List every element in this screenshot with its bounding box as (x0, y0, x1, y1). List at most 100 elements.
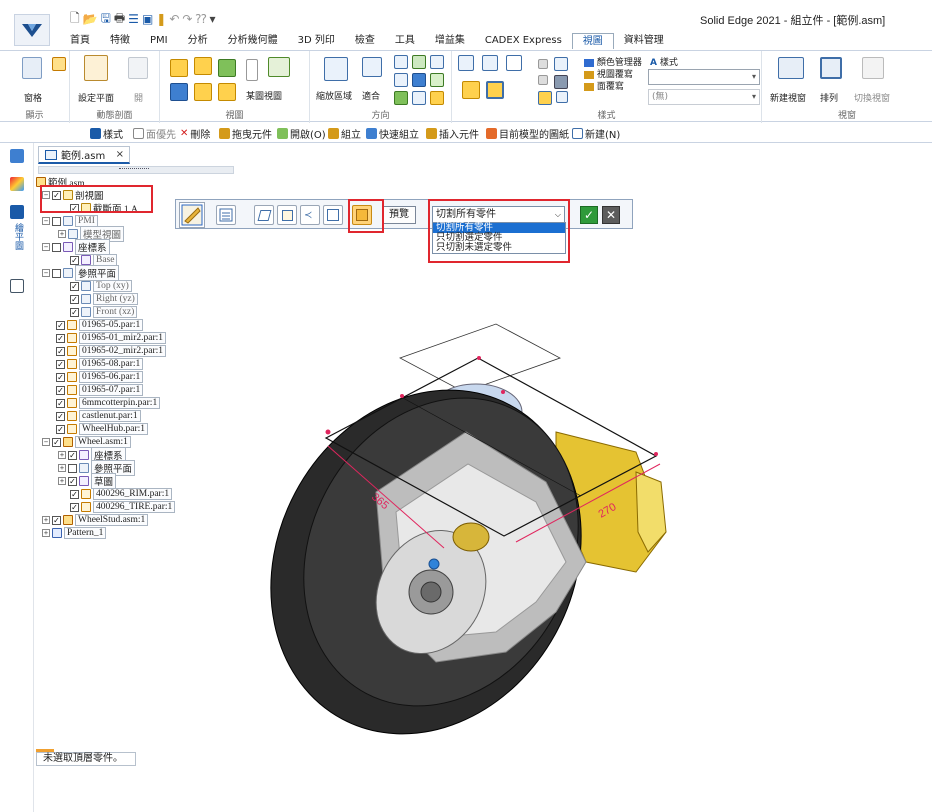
view-down-icon[interactable] (218, 83, 236, 101)
face-override-button[interactable]: 面覆寫 (584, 79, 624, 92)
side-step-button[interactable]: ≺ (300, 205, 320, 225)
tab-analysis-geometry[interactable]: 分析幾何體 (218, 33, 288, 49)
zoom-area-button[interactable]: 縮放區域 (316, 89, 352, 102)
tree-node-part[interactable]: ✓ 6mmcotterpin.par:1 (56, 397, 161, 409)
floor-icon[interactable] (538, 75, 548, 85)
close-icon[interactable]: × (116, 149, 124, 160)
style-combo[interactable]: ▾ (648, 69, 760, 85)
cmd-target-drawing[interactable]: 目前模型的圖紙 (486, 126, 569, 141)
tab-addins[interactable]: 增益集 (425, 33, 475, 49)
tree-node-pattern[interactable]: + Pattern_1 (42, 527, 107, 539)
collapse-icon[interactable]: − (42, 438, 50, 446)
visibility-checkbox[interactable]: ✓ (70, 294, 79, 304)
cmd-insert-component[interactable]: 插入元件 (426, 126, 479, 141)
fit-button[interactable]: 適合 (362, 89, 380, 102)
wireframe-icon[interactable] (506, 55, 522, 71)
tab-features[interactable]: 特徵 (100, 33, 140, 49)
depth-icon[interactable] (556, 91, 568, 103)
tree-node-part[interactable]: ✓ castlenut.par:1 (56, 410, 141, 422)
open-file-icon[interactable]: 📂 (83, 12, 98, 26)
tree-node-sketch[interactable]: + ✓ 草圖 (58, 473, 117, 489)
collapse-icon[interactable]: − (42, 243, 50, 251)
visibility-checkbox[interactable]: ✓ (52, 190, 61, 200)
visibility-checkbox[interactable] (52, 216, 61, 226)
previous-view-icon[interactable] (394, 73, 408, 87)
tree-node-ref-planes[interactable]: − 參照平面 (42, 265, 120, 281)
visibility-checkbox[interactable]: ✓ (68, 450, 77, 460)
tree-node-top[interactable]: ✓ Top (xy) (70, 280, 132, 292)
zoom-icon[interactable] (394, 55, 408, 69)
visibility-checkbox[interactable] (52, 242, 61, 252)
named-view-button[interactable]: 某圖視圖 (246, 89, 282, 102)
select-parts-step-button[interactable] (352, 205, 372, 225)
tree-node-part[interactable]: ✓ WheelHub.par:1 (56, 423, 149, 435)
customize-qa-icon[interactable]: ▾ (210, 12, 216, 26)
visibility-checkbox[interactable]: ✓ (68, 476, 77, 486)
expand-icon[interactable]: + (58, 477, 66, 485)
collapse-icon[interactable]: − (42, 269, 50, 277)
cancel-button[interactable]: ✕ (602, 206, 620, 224)
arrange-icon[interactable] (820, 57, 842, 79)
plane-step-button[interactable] (254, 205, 274, 225)
visibility-checkbox[interactable]: ✓ (70, 489, 79, 499)
view-save-icon[interactable] (218, 59, 236, 77)
lighting-icon[interactable] (554, 75, 568, 89)
visibility-checkbox[interactable]: ✓ (56, 320, 65, 330)
tree-node-rim[interactable]: ✓ 400296_RIM.par:1 (70, 488, 173, 500)
open-button[interactable]: 開 (134, 91, 143, 104)
cmd-delete[interactable]: ✕ 刪除 (180, 126, 210, 141)
tree-node-section-view[interactable]: − ✓ 剖視圖 (42, 189, 104, 202)
list-icon[interactable]: ☰ (128, 12, 139, 26)
new-window-icon[interactable] (778, 57, 804, 79)
view-spinner[interactable] (246, 59, 258, 81)
app-menu-button[interactable] (14, 14, 50, 46)
extent-step-button[interactable] (323, 205, 343, 225)
tree-node-coordsys[interactable]: − 座標系 (42, 239, 110, 255)
layers-icon[interactable] (10, 205, 24, 219)
shadow-icon[interactable] (538, 59, 548, 69)
tab-cadex[interactable]: CADEX Express (475, 33, 572, 49)
hidden-edges-icon[interactable] (486, 81, 504, 99)
new-file-icon[interactable]: 🗋 (70, 9, 80, 30)
visible-edges-icon[interactable] (462, 81, 480, 99)
tab-home[interactable]: 首頁 (60, 33, 100, 49)
print-icon[interactable]: 🖶 (114, 9, 125, 30)
tab-analysis[interactable]: 分析 (178, 33, 218, 49)
visibility-checkbox[interactable]: ✓ (56, 424, 65, 434)
tree-node-part[interactable]: ✓ 01965-08.par:1 (56, 358, 144, 370)
shaded-edges-icon[interactable] (482, 55, 498, 71)
tree-scroll-thumb[interactable] (119, 168, 149, 172)
collapse-icon[interactable]: − (42, 217, 50, 225)
save-icon[interactable]: 🖫 (101, 9, 111, 30)
visibility-checkbox[interactable]: ✓ (56, 359, 65, 369)
named-view-icon[interactable] (268, 57, 290, 77)
tab-3d-print[interactable]: 3D 列印 (288, 33, 345, 49)
override-combo[interactable]: (無) ▾ (648, 89, 760, 105)
cmd-new[interactable]: 新建(N) (572, 126, 620, 141)
expand-icon[interactable]: + (58, 230, 66, 238)
pathfinder-icon[interactable] (10, 149, 24, 163)
draw-profile-button[interactable] (277, 205, 297, 225)
visibility-checkbox[interactable]: ✓ (56, 346, 65, 356)
tree-scrollbar[interactable] (38, 166, 234, 174)
cmd-quick-assemble[interactable]: 快速組立 (366, 126, 419, 141)
cutaway-step-button[interactable] (179, 202, 205, 228)
set-plane-icon[interactable] (84, 55, 108, 81)
tab-tools[interactable]: 工具 (385, 33, 425, 49)
tree-node-part[interactable]: ✓ 01965-01_mir2.par:1 (56, 332, 167, 344)
cmd-face-priority[interactable]: 面優先 (133, 126, 176, 141)
tree-node-cutaway[interactable]: ✓ 截斷面 1 A (70, 202, 138, 215)
visibility-checkbox[interactable]: ✓ (70, 281, 79, 291)
set-plane-button[interactable]: 設定平面 (78, 91, 114, 104)
tree-node-part[interactable]: ✓ 01965-02_mir2.par:1 (56, 345, 167, 357)
cmd-open[interactable]: 開啟(O) (277, 126, 326, 141)
expand-icon[interactable]: + (42, 529, 50, 537)
tree-node-front[interactable]: ✓ Front (xz) (70, 306, 138, 318)
view-orient-icon[interactable] (412, 91, 426, 105)
view-add-icon[interactable] (194, 57, 212, 75)
cmd-assemble[interactable]: 組立 (328, 126, 361, 141)
document-tab[interactable]: 範例.asm × (38, 146, 130, 164)
view-up-icon[interactable] (194, 83, 212, 101)
expand-icon[interactable]: + (42, 516, 50, 524)
tab-view[interactable]: 視圖 (571, 33, 614, 49)
